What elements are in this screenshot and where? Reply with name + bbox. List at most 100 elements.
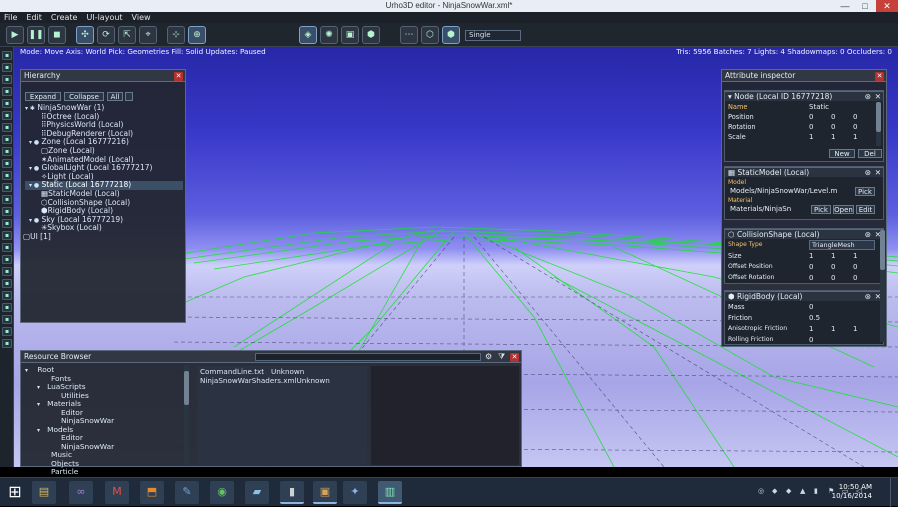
menu-edit[interactable]: Edit bbox=[26, 12, 42, 23]
tree-ui-root[interactable]: ▢UI [1] bbox=[23, 232, 51, 242]
view-mode-select[interactable]: Single bbox=[465, 30, 521, 41]
size-z-field[interactable]: 1 bbox=[853, 251, 857, 261]
pause-button[interactable]: ❚❚ bbox=[27, 26, 45, 44]
network-icon[interactable]: ▮ bbox=[814, 487, 818, 495]
pick-light-button[interactable]: ✺ bbox=[320, 26, 338, 44]
collapse-button[interactable]: Collapse bbox=[64, 92, 104, 101]
pick-rigidbody-button[interactable]: ⬢ bbox=[362, 26, 380, 44]
tool-node-icon[interactable]: ▪ bbox=[2, 279, 12, 288]
local-axes-button[interactable]: ⊹ bbox=[167, 26, 185, 44]
inspector-close-button[interactable]: ✕ bbox=[875, 72, 884, 81]
rotate-mode-button[interactable]: ⟳ bbox=[97, 26, 115, 44]
scale-mode-button[interactable]: ⇱ bbox=[118, 26, 136, 44]
fill-solid-button[interactable]: ⬢ bbox=[442, 26, 460, 44]
resource-dir[interactable]: Particle bbox=[51, 467, 78, 477]
world-axes-button[interactable]: ⊕ bbox=[188, 26, 206, 44]
menu-create[interactable]: Create bbox=[51, 12, 78, 23]
material-pick-button[interactable]: Pick bbox=[811, 205, 831, 214]
rotation-y-field[interactable]: 0 bbox=[831, 122, 835, 132]
chrome-icon[interactable]: ◉ bbox=[210, 481, 234, 504]
friction-field[interactable]: 0.5 bbox=[809, 313, 820, 323]
aniso-friction-z-field[interactable]: 1 bbox=[853, 324, 857, 334]
tool-node-icon[interactable]: ▪ bbox=[2, 183, 12, 192]
revert-button[interactable]: ◼ bbox=[48, 26, 66, 44]
size-x-field[interactable]: 1 bbox=[809, 251, 813, 261]
tool-node-icon[interactable]: ▪ bbox=[2, 339, 12, 348]
tool-node-icon[interactable]: ▪ bbox=[2, 255, 12, 264]
tool-node-icon[interactable]: ▪ bbox=[2, 327, 12, 336]
tool-node-icon[interactable]: ▪ bbox=[2, 147, 12, 156]
tray-app-icon[interactable]: ▲ bbox=[800, 487, 805, 495]
new-var-button[interactable]: New bbox=[829, 149, 855, 158]
del-var-button[interactable]: Del bbox=[858, 149, 882, 158]
tool-node-icon[interactable]: ▪ bbox=[2, 87, 12, 96]
menu-ui-layout[interactable]: UI-layout bbox=[86, 12, 122, 23]
gmail-icon[interactable]: M bbox=[105, 481, 129, 504]
all-checkbox[interactable] bbox=[125, 92, 133, 101]
model-path-field[interactable]: Models/NinjaSnowWar/Level.m bbox=[730, 186, 854, 196]
hierarchy-close-button[interactable]: ✕ bbox=[174, 72, 183, 81]
aniso-friction-x-field[interactable]: 1 bbox=[809, 324, 813, 334]
pick-geometry-button[interactable]: ◈ bbox=[299, 26, 317, 44]
shape-type-select[interactable]: TriangleMesh bbox=[809, 240, 875, 250]
menu-file[interactable]: File bbox=[4, 12, 17, 23]
file-explorer-icon[interactable]: ▤ bbox=[32, 481, 56, 504]
pick-zone-button[interactable]: ▣ bbox=[341, 26, 359, 44]
tool-node-icon[interactable]: ▪ bbox=[2, 135, 12, 144]
tool-node-icon[interactable]: ▪ bbox=[2, 195, 12, 204]
rolling-friction-field[interactable]: 0 bbox=[809, 335, 813, 345]
node-scrollbar[interactable] bbox=[876, 102, 881, 146]
show-desktop-button[interactable] bbox=[890, 478, 898, 507]
reset-icon[interactable]: ⊛ bbox=[865, 92, 871, 102]
offset-rot-y-field[interactable]: 0 bbox=[831, 273, 835, 283]
resource-filter-input[interactable] bbox=[255, 353, 481, 361]
reset-icon[interactable]: ⊛ bbox=[865, 168, 871, 178]
urho3d-editor-icon[interactable]: ▥ bbox=[378, 481, 402, 504]
tools-icon[interactable]: ✦ bbox=[343, 481, 367, 504]
clock[interactable]: 10:50 AM 10/16/2014 bbox=[832, 483, 872, 501]
aniso-friction-y-field[interactable]: 1 bbox=[831, 324, 835, 334]
reset-icon[interactable]: ⊛ bbox=[865, 292, 871, 302]
tool-node-icon[interactable]: ▪ bbox=[2, 171, 12, 180]
fill-wireframe-button[interactable]: ⬡ bbox=[421, 26, 439, 44]
tool-node-icon[interactable]: ▪ bbox=[2, 51, 12, 60]
pdf-icon[interactable]: ⬒ bbox=[140, 481, 164, 504]
tool-node-icon[interactable]: ▪ bbox=[2, 231, 12, 240]
inspector-scrollbar[interactable] bbox=[880, 230, 885, 342]
resource-dir[interactable]: ▾ Root bbox=[25, 365, 54, 375]
node-name-field[interactable]: Static bbox=[809, 102, 829, 112]
all-toggle[interactable]: All bbox=[107, 92, 123, 101]
material-open-button[interactable]: Open bbox=[833, 205, 854, 214]
offset-pos-x-field[interactable]: 0 bbox=[809, 262, 813, 272]
minimize-button[interactable]: — bbox=[836, 0, 854, 12]
expand-button[interactable]: Expand bbox=[25, 92, 61, 101]
tool-node-icon[interactable]: ▪ bbox=[2, 291, 12, 300]
close-icon[interactable]: ✕ bbox=[875, 92, 881, 102]
settings-icon[interactable]: ⚙ bbox=[485, 352, 492, 361]
size-y-field[interactable]: 1 bbox=[831, 251, 835, 261]
position-z-field[interactable]: 0 bbox=[853, 112, 857, 122]
tool-node-icon[interactable]: ▪ bbox=[2, 219, 12, 228]
move-mode-button[interactable]: ✣ bbox=[76, 26, 94, 44]
steam-icon[interactable]: ◎ bbox=[758, 487, 764, 495]
scale-y-field[interactable]: 1 bbox=[831, 132, 835, 142]
tool-node-icon[interactable]: ▪ bbox=[2, 207, 12, 216]
visual-studio-icon[interactable]: ∞ bbox=[69, 481, 93, 504]
scale-x-field[interactable]: 1 bbox=[809, 132, 813, 142]
tool-node-icon[interactable]: ▪ bbox=[2, 111, 12, 120]
paint-icon[interactable]: ✎ bbox=[175, 481, 199, 504]
tool-node-icon[interactable]: ▪ bbox=[2, 99, 12, 108]
model-pick-button[interactable]: Pick bbox=[855, 187, 875, 196]
tool-node-icon[interactable]: ▪ bbox=[2, 159, 12, 168]
tool-node-icon[interactable]: ▪ bbox=[2, 63, 12, 72]
tray-app-icon[interactable]: ◆ bbox=[786, 487, 791, 495]
mass-field[interactable]: 0 bbox=[809, 302, 813, 312]
menu-view[interactable]: View bbox=[132, 12, 151, 23]
file-row[interactable]: CommandLine.txt Unknown bbox=[200, 367, 304, 376]
start-button[interactable]: ⊞ bbox=[3, 481, 27, 504]
close-window-button[interactable]: ✕ bbox=[876, 0, 898, 12]
scale-z-field[interactable]: 1 bbox=[853, 132, 857, 142]
resource-browser-close-button[interactable]: ✕ bbox=[510, 353, 519, 362]
material-edit-button[interactable]: Edit bbox=[856, 205, 875, 214]
filter-icon[interactable]: ⧩ bbox=[498, 352, 505, 362]
